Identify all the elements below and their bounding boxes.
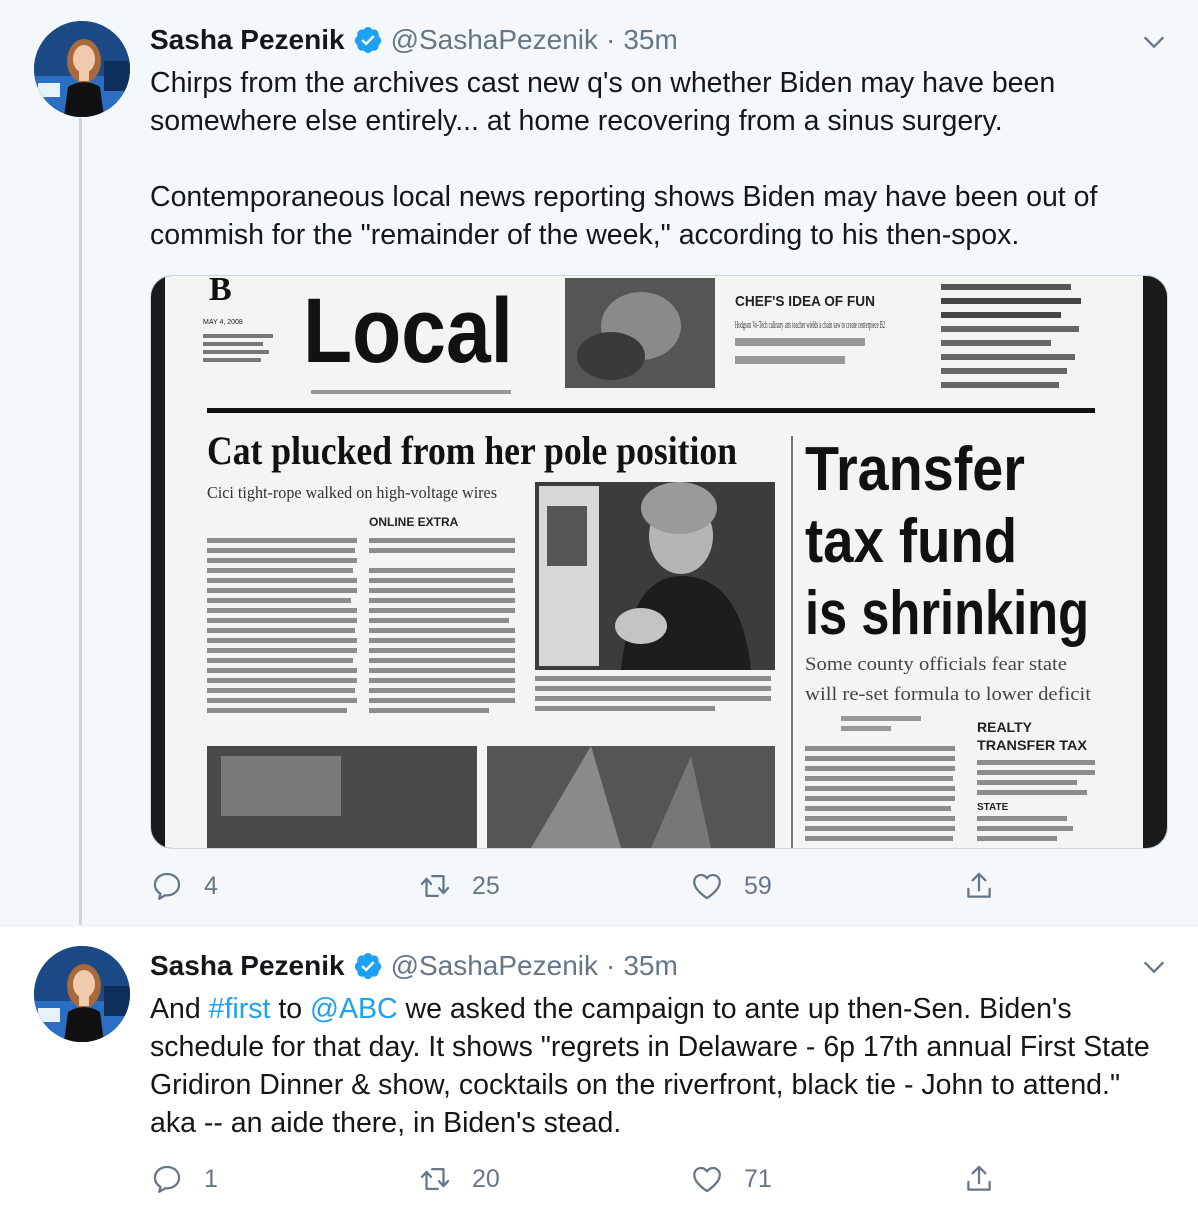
like-count: 59 [744, 871, 772, 900]
section-title: Local [303, 280, 513, 382]
promo-headline: CHEF'S IDEA OF FUN [735, 293, 875, 310]
tweet-text: Chirps from the archives cast new q's on… [150, 64, 1160, 254]
newspaper-clipping-image: B MAY 4, 2008 Local CHEF'S IDEA OF FUN H… [151, 276, 1167, 848]
sidebar-label-line-2: TRANSFER TAX [977, 737, 1088, 753]
tweet-media-image[interactable]: B MAY 4, 2008 Local CHEF'S IDEA OF FUN H… [150, 275, 1168, 849]
newspaper-date: MAY 4, 2008 [203, 319, 243, 326]
like-icon [693, 873, 721, 900]
sidebar-label-line-1: REALTY [977, 719, 1033, 735]
reply-icon [153, 1165, 181, 1193]
author-handle[interactable]: @SashaPezenik [391, 24, 598, 56]
share-icon [967, 872, 991, 898]
tweet-actions: 4 25 59 [150, 866, 1010, 906]
tweet-header: Sasha Pezenik @SashaPezenik · 35m [150, 20, 678, 60]
reply-button[interactable]: 1 [150, 1159, 218, 1199]
timestamp[interactable]: 35m [623, 24, 677, 56]
author-name[interactable]: Sasha Pezenik [150, 950, 345, 982]
verified-badge-icon [354, 27, 381, 54]
retweet-icon [420, 874, 450, 898]
mention-link[interactable]: @ABC [310, 993, 398, 1025]
share-icon [967, 1165, 991, 1191]
tweet-paragraph: And #first to @ABC we asked the campaign… [150, 990, 1160, 1142]
tweet-text-part: to [270, 993, 311, 1025]
verified-badge-icon [354, 953, 381, 980]
retweet-button[interactable]: 25 [418, 866, 500, 906]
tweet-1[interactable]: Sasha Pezenik @SashaPezenik · 35m Chirps… [0, 0, 1198, 925]
thread-connector-line [79, 118, 82, 925]
chevron-down-icon[interactable] [1140, 28, 1168, 56]
retweet-count: 25 [472, 871, 500, 900]
tweet-paragraph: Contemporaneous local news reporting sho… [150, 181, 1098, 251]
timestamp[interactable]: 35m [623, 950, 677, 982]
retweet-button[interactable]: 20 [418, 1159, 500, 1199]
tweet-text: And #first to @ABC we asked the campaign… [150, 990, 1160, 1142]
avatar-image [34, 21, 130, 117]
reply-count: 1 [204, 1164, 218, 1193]
avatar-image [34, 946, 130, 1042]
reply-count: 4 [204, 871, 218, 900]
tweet-2[interactable]: Sasha Pezenik @SashaPezenik · 35m And #f… [0, 925, 1198, 1231]
section-letter: B [209, 276, 232, 308]
promo-text: Hodgson Vo-Tech culinary arts teacher wi… [735, 319, 885, 331]
headline-right-line-2: tax fund [805, 507, 1017, 576]
chevron-down-icon[interactable] [1140, 953, 1168, 981]
avatar[interactable] [34, 21, 130, 117]
author-name[interactable]: Sasha Pezenik [150, 24, 345, 56]
like-icon [693, 1166, 721, 1193]
like-button[interactable]: 71 [690, 1159, 772, 1199]
online-extra-label: ONLINE EXTRA [369, 515, 459, 529]
state-label: STATE [977, 802, 1009, 813]
tweet-header: Sasha Pezenik @SashaPezenik · 35m [150, 946, 678, 986]
like-count: 71 [744, 1164, 772, 1193]
like-button[interactable]: 59 [690, 866, 772, 906]
tweet-text-part: And [150, 993, 209, 1025]
share-button[interactable] [962, 1159, 996, 1199]
separator-dot: · [606, 24, 616, 55]
subhead-right-line-1: Some county officials fear state [805, 654, 1067, 675]
headline-right-line-1: Transfer [805, 435, 1025, 504]
tweet-paragraph: Chirps from the archives cast new q's on… [150, 67, 1056, 137]
share-button[interactable] [962, 866, 996, 906]
hashtag-link[interactable]: #first [209, 993, 271, 1025]
subhead-left: Cici tight-rope walked on high-voltage w… [207, 483, 497, 502]
subhead-right-line-2: will re-set formula to lower deficit [805, 684, 1092, 705]
retweet-count: 20 [472, 1164, 500, 1193]
headline-right-line-3: is shrinking [805, 579, 1089, 648]
headline-left: Cat plucked from her pole position [207, 428, 737, 473]
author-handle[interactable]: @SashaPezenik [391, 950, 598, 982]
reply-icon [153, 872, 181, 900]
separator-dot: · [606, 950, 616, 981]
tweet-actions: 1 20 71 [150, 1159, 1010, 1199]
retweet-icon [420, 1167, 450, 1191]
avatar[interactable] [34, 946, 130, 1042]
reply-button[interactable]: 4 [150, 866, 218, 906]
